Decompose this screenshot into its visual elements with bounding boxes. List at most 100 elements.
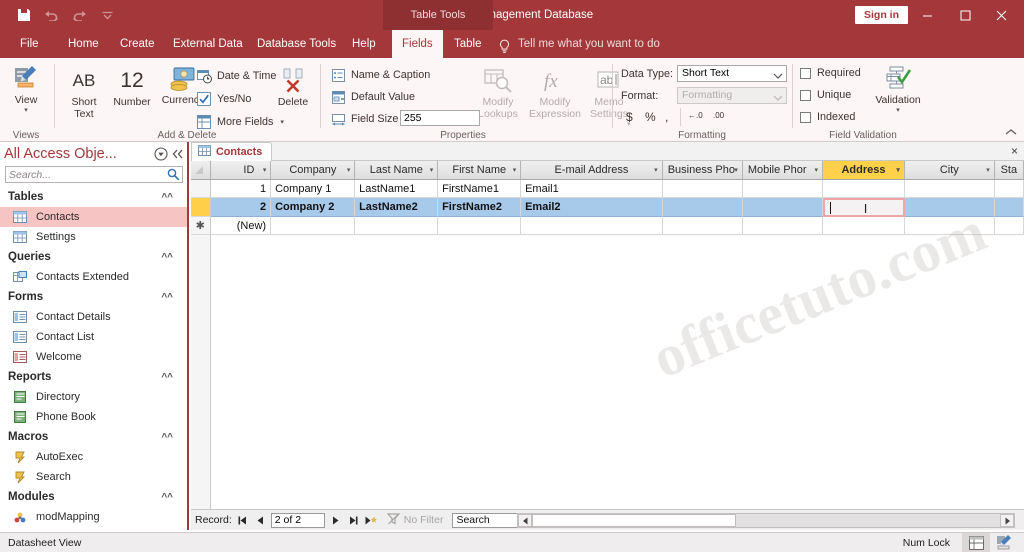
default-value-button[interactable]: Default Value (330, 89, 415, 105)
cell-business-phone[interactable] (662, 198, 743, 217)
sign-in-button[interactable]: Sign in (855, 6, 908, 24)
sidebar-item-autoexec[interactable]: AutoExec (0, 447, 187, 467)
sidebar-item-search-macro[interactable]: Search (0, 467, 187, 487)
save-icon[interactable] (14, 5, 33, 24)
number-button[interactable]: 12 Number (108, 66, 156, 108)
required-checkbox-row[interactable]: Required (800, 67, 861, 79)
nav-group-reports[interactable]: Reports ^^ (0, 367, 187, 387)
format-combobox[interactable]: Formatting (677, 87, 787, 104)
chevron-down-icon[interactable]: ▾ (734, 166, 738, 174)
table-row[interactable]: 1 Company 1 LastName1 FirstName1 Email1 (191, 180, 1024, 198)
chevron-down-icon[interactable]: ▾ (347, 166, 351, 174)
unique-checkbox-row[interactable]: Unique (800, 89, 851, 101)
chevron-down-icon[interactable]: ▾ (24, 107, 28, 114)
tab-table[interactable]: Table (444, 30, 492, 58)
chevron-down-icon[interactable]: ▾ (280, 119, 284, 126)
tab-file[interactable]: File (10, 30, 49, 58)
cell-address-new[interactable] (822, 217, 905, 235)
cell-first-name[interactable]: FirstName2 (438, 198, 522, 217)
indexed-checkbox-row[interactable]: Indexed (800, 111, 855, 123)
table-row[interactable]: 2 Company 2 LastName2 FirstName2 Email2 … (191, 198, 1024, 217)
delete-field-button[interactable]: Delete (271, 66, 315, 108)
nav-group-tables[interactable]: Tables ^^ (0, 187, 187, 207)
sidebar-item-contact-list[interactable]: Contact List (0, 327, 187, 347)
datasheet-view-button[interactable] (962, 533, 990, 552)
tab-help[interactable]: Help (342, 30, 386, 58)
short-text-button[interactable]: AB Short Text (64, 66, 104, 120)
cell-state[interactable] (994, 180, 1024, 198)
more-fields-button[interactable]: More Fields ▾ (196, 114, 284, 130)
chevron-down-icon[interactable]: ▾ (654, 166, 658, 174)
sidebar-item-contact-details[interactable]: Contact Details (0, 307, 187, 327)
comma-format-button[interactable]: , (665, 110, 668, 124)
cell-last-name-new[interactable] (355, 217, 439, 235)
unique-checkbox[interactable] (800, 89, 811, 101)
cell-company[interactable]: Company 1 (271, 180, 356, 198)
cell-company-new[interactable] (271, 217, 356, 235)
undo-icon[interactable] (42, 5, 61, 24)
sidebar-item-directory[interactable]: Directory (0, 387, 187, 407)
sidebar-item-contacts[interactable]: Contacts (0, 207, 187, 227)
next-record-button[interactable] (328, 513, 343, 528)
tab-home[interactable]: Home (58, 30, 109, 58)
field-size-input[interactable] (400, 110, 480, 126)
sidebar-item-phone-book[interactable]: Phone Book (0, 407, 187, 427)
column-header-business-phone[interactable]: Business Pho ▾ (662, 161, 743, 180)
chevron-down-icon[interactable] (98, 5, 117, 24)
cell-last-name[interactable]: LastName1 (355, 180, 439, 198)
document-tab-contacts[interactable]: Contacts (191, 142, 273, 161)
cell-id[interactable]: 1 (210, 180, 272, 198)
last-record-button[interactable] (346, 513, 361, 528)
chevron-up-icon[interactable]: ^^ (161, 372, 173, 383)
minimize-button[interactable] (912, 4, 942, 26)
column-header-state[interactable]: Sta (994, 161, 1024, 180)
view-button[interactable]: View ▾ (8, 64, 44, 114)
sidebar-item-welcome[interactable]: Welcome (0, 347, 187, 367)
cell-city[interactable] (904, 180, 995, 198)
tab-external-data[interactable]: External Data (163, 30, 253, 58)
chevron-down-icon[interactable]: ▾ (513, 166, 517, 174)
scroll-right-icon[interactable] (1000, 514, 1014, 527)
chevron-down-icon[interactable]: ▾ (896, 107, 900, 114)
row-selector[interactable] (191, 180, 211, 198)
new-record-button[interactable] (364, 513, 379, 528)
chevron-down-icon[interactable]: ▾ (986, 166, 990, 174)
column-header-id[interactable]: ID ▾ (210, 161, 272, 180)
cell-id-new[interactable]: (New) (210, 217, 272, 235)
name-caption-button[interactable]: Name & Caption (330, 67, 430, 83)
current-record-input[interactable]: 2 of 2 (270, 512, 325, 528)
collapse-pane-icon[interactable] (169, 146, 185, 162)
cell-email-address[interactable]: Email2 (521, 198, 663, 217)
modify-expression-button[interactable]: fx Modify Expression (525, 66, 585, 120)
cell-address[interactable] (822, 180, 905, 198)
chevron-up-icon[interactable]: ^^ (161, 492, 173, 503)
column-header-email-address[interactable]: E-mail Address ▾ (521, 161, 663, 180)
cell-mobile-phone-new[interactable] (742, 217, 823, 235)
nav-group-modules[interactable]: Modules ^^ (0, 487, 187, 507)
column-header-last-name[interactable]: Last Name ▾ (355, 161, 439, 180)
cell-state-new[interactable] (994, 217, 1024, 235)
decrease-decimal-button[interactable]: ←.0 (688, 111, 703, 120)
table-row-new[interactable]: ✱ (New) (191, 217, 1024, 235)
tab-database-tools[interactable]: Database Tools (247, 30, 346, 58)
nav-group-queries[interactable]: Queries ^^ (0, 247, 187, 267)
tell-me-search[interactable]: Tell me what you want to do (498, 30, 660, 58)
tab-fields[interactable]: Fields (392, 30, 443, 58)
horizontal-scrollbar[interactable] (517, 513, 1015, 528)
close-document-icon[interactable]: × (1011, 144, 1018, 158)
chevron-down-icon[interactable]: ▾ (896, 166, 900, 174)
date-time-button[interactable]: Date & Time (196, 68, 276, 84)
sidebar-item-modmapping[interactable]: modMapping (0, 507, 187, 527)
chevron-down-icon[interactable]: ▾ (430, 166, 434, 174)
column-header-company[interactable]: Company ▾ (271, 161, 356, 180)
nav-group-forms[interactable]: Forms ^^ (0, 287, 187, 307)
row-selector-current[interactable] (191, 198, 211, 217)
yes-no-button[interactable]: Yes/No (196, 91, 251, 107)
maximize-button[interactable] (950, 4, 980, 26)
scrollbar-thumb[interactable] (532, 514, 736, 527)
column-header-first-name[interactable]: First Name ▾ (438, 161, 522, 180)
cell-id[interactable]: 2 (210, 198, 272, 217)
navigation-search-box[interactable]: Search... (5, 166, 183, 183)
redo-icon[interactable] (70, 5, 89, 24)
data-type-combobox[interactable]: Short Text (677, 65, 787, 82)
